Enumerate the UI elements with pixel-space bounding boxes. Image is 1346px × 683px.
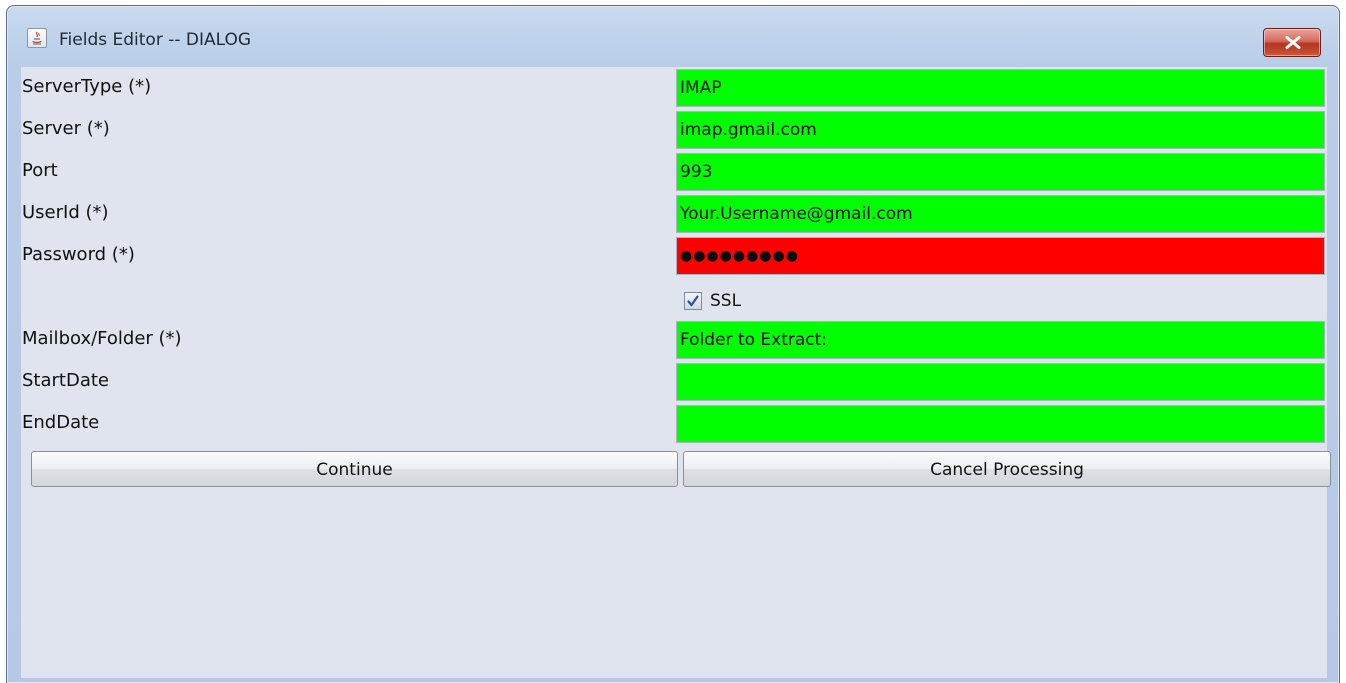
server-label: Server (*) — [22, 118, 110, 139]
startdate-field[interactable] — [676, 363, 1325, 401]
mailbox-label: Mailbox/Folder (*) — [22, 328, 182, 349]
field-row-server: Server (*) imap.gmail.com — [21, 109, 1327, 151]
password-label: Password (*) — [22, 244, 135, 265]
servertype-label: ServerType (*) — [22, 76, 152, 97]
field-row-userid: UserId (*) Your.Username@gmail.com — [21, 193, 1327, 235]
server-field[interactable]: imap.gmail.com — [676, 111, 1325, 149]
dialog-window: Fields Editor -- DIALOG ServerType (*) I… — [6, 5, 1340, 683]
userid-field[interactable]: Your.Username@gmail.com — [676, 195, 1325, 233]
close-button[interactable] — [1263, 28, 1321, 57]
userid-label: UserId (*) — [22, 202, 109, 223]
port-label: Port — [22, 160, 58, 181]
java-app-icon[interactable] — [27, 28, 47, 48]
continue-button[interactable]: Continue — [31, 451, 678, 487]
dialog-content: ServerType (*) IMAP Server (*) imap.gmai… — [21, 67, 1331, 678]
cancel-processing-button[interactable]: Cancel Processing — [683, 451, 1331, 487]
field-row-port: Port 993 — [21, 151, 1327, 193]
title-bar[interactable]: Fields Editor -- DIALOG — [7, 6, 1339, 66]
enddate-field[interactable] — [676, 405, 1325, 443]
servertype-field[interactable]: IMAP — [676, 69, 1325, 107]
window-title: Fields Editor -- DIALOG — [59, 30, 252, 50]
port-field[interactable]: 993 — [676, 153, 1325, 191]
ssl-checkbox[interactable] — [684, 292, 702, 310]
field-row-mailbox: Mailbox/Folder (*) Folder to Extract: — [21, 319, 1327, 361]
checkmark-icon — [687, 295, 699, 307]
field-row-servertype: ServerType (*) IMAP — [21, 67, 1327, 109]
ssl-label: SSL — [710, 291, 742, 311]
field-row-enddate: EndDate — [21, 403, 1327, 445]
startdate-label: StartDate — [22, 370, 109, 391]
mailbox-field[interactable]: Folder to Extract: — [676, 321, 1325, 359]
field-row-password: Password (*) ●●●●●●●●● — [21, 235, 1327, 277]
field-row-startdate: StartDate — [21, 361, 1327, 403]
close-icon — [1285, 36, 1301, 49]
password-field[interactable]: ●●●●●●●●● — [676, 237, 1325, 275]
enddate-label: EndDate — [22, 412, 100, 433]
